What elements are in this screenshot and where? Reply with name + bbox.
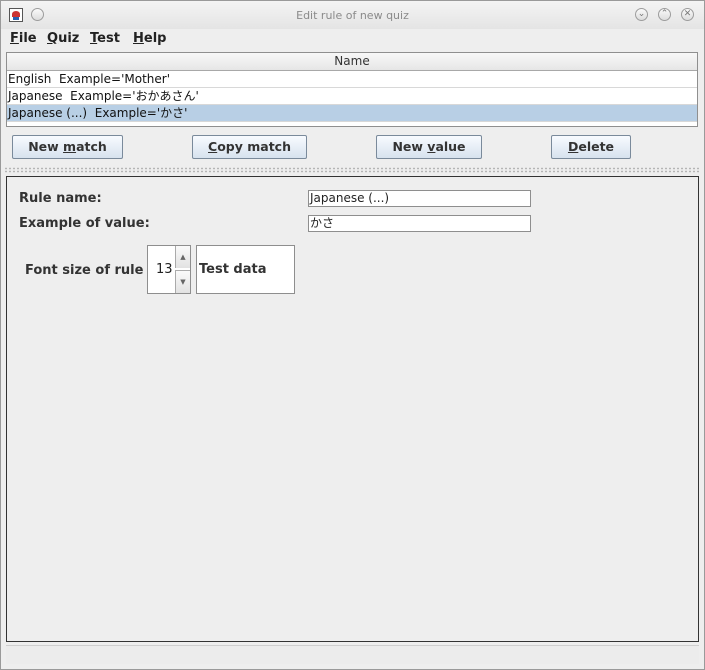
- title-bar[interactable]: Edit rule of new quiz ⌄ ⌃ ✕: [1, 1, 704, 30]
- font-size-label: Font size of rule: [25, 263, 144, 278]
- menu-bar: File Quiz Test Help: [1, 29, 704, 49]
- menu-test[interactable]: Test: [90, 31, 120, 46]
- table-row[interactable]: Japanese Example='おかあさん': [7, 88, 697, 105]
- rule-name-label: Rule name:: [19, 191, 102, 206]
- rules-table[interactable]: Name English Example='Mother' Japanese E…: [6, 52, 698, 127]
- test-data-preview: Test data: [196, 245, 295, 294]
- font-size-value[interactable]: 13: [156, 262, 173, 277]
- menu-quiz[interactable]: Quiz: [47, 31, 79, 46]
- menu-help[interactable]: Help: [133, 31, 166, 46]
- arrow-up-icon[interactable]: ▲: [175, 246, 190, 268]
- menu-file[interactable]: File: [10, 31, 37, 46]
- table-row[interactable]: English Example='Mother': [7, 71, 697, 88]
- arrow-down-icon[interactable]: ▼: [175, 270, 190, 293]
- copy-match-button[interactable]: Copy match: [192, 135, 307, 159]
- close-icon[interactable]: ✕: [681, 8, 694, 21]
- new-value-button[interactable]: New value: [376, 135, 482, 159]
- rule-name-field[interactable]: Japanese (...): [308, 190, 531, 207]
- new-match-button[interactable]: New match: [12, 135, 123, 159]
- window-title: Edit rule of new quiz: [296, 9, 409, 22]
- maximize-icon[interactable]: ⌃: [658, 8, 671, 21]
- delete-button[interactable]: Delete: [551, 135, 631, 159]
- split-pane-divider[interactable]: [4, 167, 701, 173]
- table-row-selected[interactable]: Japanese (...) Example='かさ': [7, 105, 697, 122]
- app-window: Edit rule of new quiz ⌄ ⌃ ✕ File Quiz Te…: [0, 0, 705, 670]
- example-label: Example of value:: [19, 216, 150, 231]
- minimize-icon[interactable]: ⌄: [635, 8, 648, 21]
- rule-editor-panel: Rule name: Japanese (...) Example of val…: [6, 176, 699, 642]
- status-bar: [6, 645, 699, 664]
- column-header-name[interactable]: Name: [7, 53, 697, 71]
- example-field[interactable]: かさ: [308, 215, 531, 232]
- font-size-spinner[interactable]: 13 ▲ ▼: [147, 245, 191, 294]
